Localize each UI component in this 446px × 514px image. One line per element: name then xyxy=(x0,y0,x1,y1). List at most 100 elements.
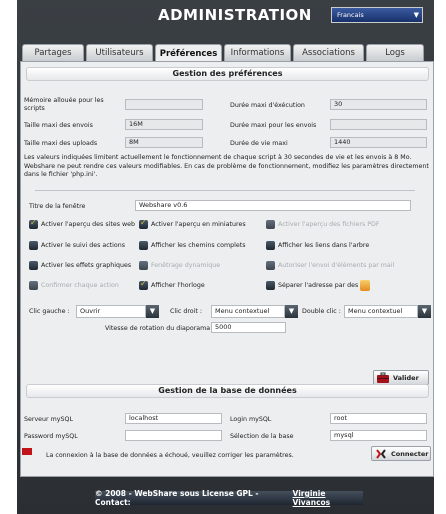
save-button[interactable]: Valider xyxy=(373,370,429,385)
language-select[interactable]: Francais ▼ xyxy=(331,7,423,23)
input-label: Durée maxi pour les envois xyxy=(230,122,317,129)
double-click-select[interactable]: Menu contextuel ▼ xyxy=(344,305,431,318)
checkbox-mail-send-box[interactable] xyxy=(266,260,275,270)
base-label: Sélection de la base xyxy=(230,433,294,440)
right-click-select[interactable]: Menu contextuel ▼ xyxy=(211,305,298,318)
life-field: 1440 xyxy=(330,137,427,148)
db-section-title: Gestion de la base de données xyxy=(26,384,429,398)
password-label: Password mySQL xyxy=(24,433,78,440)
save-label: Valider xyxy=(393,373,419,382)
checkbox-mail-send[interactable]: Autoriser l'envoi d'éléments par mail xyxy=(266,260,394,270)
contact-link[interactable]: Virginie Vivancos xyxy=(293,489,363,507)
tab-bar: Partages Utilisateurs Préférences Inform… xyxy=(22,44,426,62)
checkbox-site-preview[interactable]: Activer l'aperçu des sites web xyxy=(29,218,136,229)
checkbox-full-paths[interactable]: Afficher les chemins complets xyxy=(139,240,246,250)
checkbox-thumbnail-preview[interactable]: Activer l'aperçu en miniatures xyxy=(139,218,246,229)
plug-icon xyxy=(376,448,386,459)
right-click-label: Clic droit : xyxy=(170,308,203,315)
window-title-input[interactable]: Webshare v0.6 xyxy=(135,200,411,211)
divider xyxy=(35,190,415,191)
input-field xyxy=(330,119,427,130)
footer-text: © 2008 - WebShare sous License GPL - Con… xyxy=(95,489,259,507)
base-input[interactable]: mysql xyxy=(330,430,427,441)
post-field: 16M xyxy=(125,119,203,130)
login-label: Login mySQL xyxy=(230,416,272,423)
checkbox-label: Séparer l'adresse par des xyxy=(278,281,359,289)
checkbox-tree-links-box[interactable] xyxy=(266,240,275,250)
double-click-value: Menu contextuel xyxy=(348,307,403,315)
db-error-message: La connexion à la base de données a écho… xyxy=(46,452,294,459)
checkbox-address-separator[interactable]: Séparer l'adresse par des xyxy=(266,279,371,291)
post-label: Taille maxi des envois xyxy=(24,122,93,129)
checkbox-label: Afficher les chemins complets xyxy=(151,241,246,249)
checkbox-label: Afficher l'horloge xyxy=(151,281,205,289)
tab-preferences[interactable]: Préférences xyxy=(155,44,222,62)
checkbox-pdf-preview-box[interactable] xyxy=(266,219,275,229)
checkbox-tree-links[interactable]: Afficher les liens dans l'arbre xyxy=(266,240,369,250)
checkbox-label: Activer les effets graphiques xyxy=(41,261,132,269)
left-click-value: Ouvrir xyxy=(80,307,101,315)
checkbox-label: Fenêtrage dynamique xyxy=(151,261,221,269)
checkbox-clock[interactable]: Afficher l'horloge xyxy=(139,279,205,290)
tab-logs[interactable]: Logs xyxy=(366,44,424,61)
checkbox-label: Activer l'aperçu en miniatures xyxy=(151,220,246,228)
exec-label: Durée maxi d'éxécution xyxy=(230,102,305,109)
checkbox-label: Confirmer chaque action xyxy=(41,281,119,289)
password-input[interactable] xyxy=(125,430,222,441)
checkbox-pdf-preview[interactable]: Activer l'aperçu des fichiers PDF xyxy=(266,219,380,229)
preferences-panel: Gestion des préférences Mémoire allouée … xyxy=(20,61,434,477)
tab-associations[interactable]: Associations xyxy=(293,44,364,61)
checkbox-action-tracking-box[interactable] xyxy=(29,240,38,250)
footer: © 2008 - WebShare sous License GPL - Con… xyxy=(95,489,363,507)
prefs-section-title: Gestion des préférences xyxy=(26,67,429,81)
checkbox-clock-box[interactable] xyxy=(139,279,148,290)
separator-picker-icon[interactable] xyxy=(360,279,371,291)
left-click-label: Clic gauche : xyxy=(29,308,70,315)
server-input[interactable]: localhost xyxy=(125,413,222,424)
checkbox-label: Activer l'aperçu des sites web xyxy=(41,220,136,228)
memory-field xyxy=(125,99,203,110)
tab-utilisateurs[interactable]: Utilisateurs xyxy=(86,44,153,61)
checkbox-dynamic-windowing-box[interactable] xyxy=(139,260,148,270)
upload-label: Taille maxi des uploads xyxy=(24,140,98,147)
chevron-down-icon[interactable]: ▼ xyxy=(285,305,298,318)
checkbox-thumbnail-preview-box[interactable] xyxy=(139,218,148,229)
checkbox-label: Autoriser l'envoi d'éléments par mail xyxy=(278,261,395,269)
upload-field: 8M xyxy=(125,137,203,148)
checkbox-address-separator-box[interactable] xyxy=(266,280,275,290)
checkbox-action-tracking[interactable]: Activer le suivi des actions xyxy=(29,240,125,250)
exec-field: 30 xyxy=(330,99,427,110)
connect-label: Connecter xyxy=(391,449,429,458)
language-value: Francais xyxy=(337,11,364,19)
page-title: ADMINISTRATION xyxy=(158,6,312,24)
checkbox-graphic-effects-box[interactable] xyxy=(29,260,38,270)
checkbox-graphic-effects[interactable]: Activer les effets graphiques xyxy=(29,260,131,270)
server-label: Serveur mySQL xyxy=(24,416,73,423)
briefcase-icon xyxy=(377,372,389,383)
checkbox-label: Activer le suivi des actions xyxy=(41,241,126,249)
checkbox-confirm-action[interactable]: Confirmer chaque action xyxy=(29,280,119,290)
right-click-value: Menu contextuel xyxy=(215,307,270,315)
checkbox-full-paths-box[interactable] xyxy=(139,240,148,250)
connect-button[interactable]: Connecter xyxy=(371,446,431,461)
double-click-label: Double clic : xyxy=(302,308,341,315)
db-error-indicator xyxy=(22,448,32,455)
checkbox-label: Activer l'aperçu des fichiers PDF xyxy=(278,220,380,228)
login-input[interactable]: root xyxy=(330,413,427,424)
checkbox-site-preview-box[interactable] xyxy=(29,218,38,229)
tab-informations[interactable]: Informations xyxy=(224,44,291,61)
tab-partages[interactable]: Partages xyxy=(22,44,84,61)
chevron-down-icon[interactable]: ▼ xyxy=(418,305,431,318)
checkbox-confirm-action-box[interactable] xyxy=(29,280,38,290)
memory-label: Mémoire allouée pour les scripts xyxy=(24,97,104,112)
checkbox-label: Afficher les liens dans l'arbre xyxy=(278,241,370,249)
slideshow-speed-label: Vitesse de rotation du diaporama xyxy=(105,325,211,332)
php-limits-note: Les valeurs indiquées limitent actuellem… xyxy=(24,154,429,178)
window-title-label: Titre de la fenêtre xyxy=(29,203,86,210)
slideshow-speed-input[interactable]: 5000 xyxy=(211,322,286,333)
life-label: Durée de vie maxi xyxy=(230,140,288,147)
checkbox-dynamic-windowing[interactable]: Fenêtrage dynamique xyxy=(139,260,220,270)
left-click-select[interactable]: Ouvrir ▼ xyxy=(76,305,159,318)
chevron-down-icon: ▼ xyxy=(413,11,419,19)
chevron-down-icon[interactable]: ▼ xyxy=(146,305,159,318)
